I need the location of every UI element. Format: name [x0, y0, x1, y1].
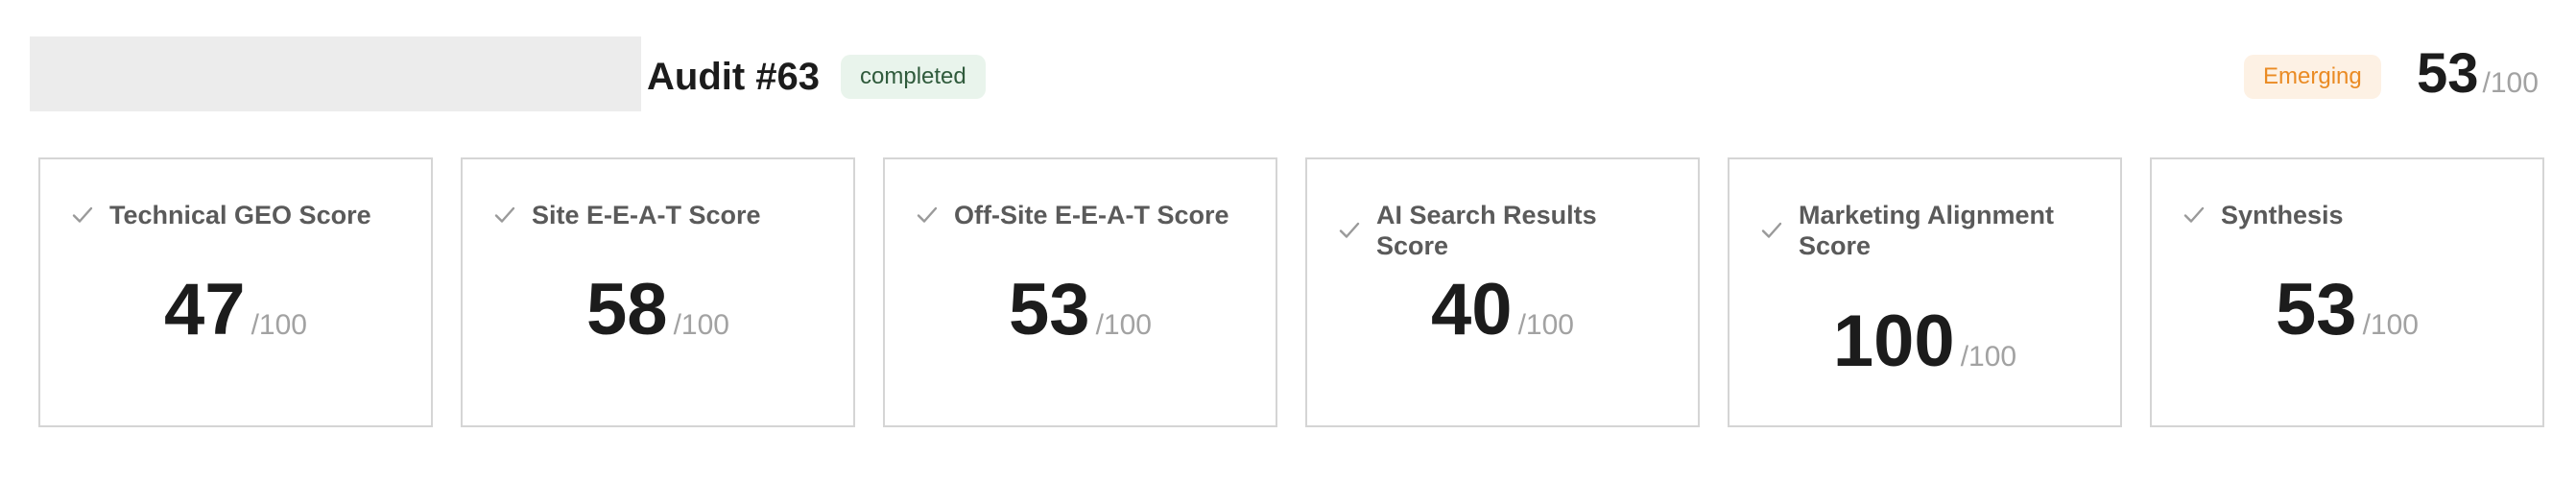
- card-score-value: 53: [1009, 269, 1090, 350]
- card-score-max: /100: [1960, 341, 2017, 373]
- card-title: Synthesis: [2221, 201, 2344, 229]
- card-score: 47/100: [40, 267, 431, 374]
- score-card-marketing-alignment[interactable]: Marketing Alignment Score 100/100: [1728, 157, 2122, 427]
- check-icon: [916, 204, 939, 227]
- status-badge: completed: [841, 55, 986, 99]
- audit-header: Audit #63 completed Emerging 53/100: [0, 0, 2576, 154]
- card-title: Site E-E-A-T Score: [532, 201, 761, 229]
- check-icon: [2182, 204, 2206, 227]
- check-icon: [71, 204, 94, 227]
- card-score-max: /100: [673, 309, 729, 341]
- card-title: AI Search Results Score: [1376, 201, 1597, 260]
- card-header: Marketing Alignment Score: [1760, 200, 2097, 261]
- score-card-ai-search[interactable]: AI Search Results Score 40/100: [1305, 157, 1700, 427]
- card-header: Site E-E-A-T Score: [493, 200, 830, 230]
- card-score-max: /100: [1095, 309, 1152, 341]
- card-score-value: 53: [2276, 269, 2357, 350]
- card-score: 53/100: [2152, 267, 2542, 374]
- card-score-max: /100: [1517, 309, 1574, 341]
- score-card-site-eeat[interactable]: Site E-E-A-T Score 58/100: [461, 157, 855, 427]
- logo-placeholder: [30, 36, 641, 111]
- check-icon: [1760, 219, 1783, 242]
- card-score-max: /100: [250, 309, 307, 341]
- check-icon: [1338, 219, 1361, 242]
- level-badge: Emerging: [2244, 55, 2381, 99]
- score-card-technical-geo[interactable]: Technical GEO Score 47/100: [38, 157, 433, 427]
- card-score: 53/100: [885, 267, 1276, 374]
- card-header: Off-Site E-E-A-T Score: [916, 200, 1252, 230]
- check-icon: [493, 204, 516, 227]
- card-header: Technical GEO Score: [71, 200, 408, 230]
- card-score: 40/100: [1307, 267, 1698, 374]
- overall-score-value: 53: [2417, 42, 2479, 105]
- card-header: AI Search Results Score: [1338, 200, 1675, 261]
- page-title: Audit #63: [647, 56, 821, 98]
- card-score-value: 47: [164, 269, 246, 350]
- score-card-offsite-eeat[interactable]: Off-Site E-E-A-T Score 53/100: [883, 157, 1277, 427]
- score-card-synthesis[interactable]: Synthesis 53/100: [2150, 157, 2544, 427]
- score-cards: Technical GEO Score 47/100 Site E-E-A-T …: [38, 157, 2544, 427]
- overall-score-max: /100: [2482, 67, 2539, 99]
- overall-score: 53/100: [2417, 40, 2539, 122]
- card-score: 100/100: [1729, 299, 2120, 405]
- card-score-value: 58: [586, 269, 668, 350]
- card-score-max: /100: [2362, 309, 2419, 341]
- card-title: Marketing Alignment Score: [1799, 201, 2055, 260]
- card-score-value: 40: [1431, 269, 1513, 350]
- card-title: Technical GEO Score: [109, 201, 371, 229]
- card-header: Synthesis: [2182, 200, 2519, 230]
- card-score-value: 100: [1832, 301, 1955, 382]
- card-title: Off-Site E-E-A-T Score: [954, 201, 1229, 229]
- card-score: 58/100: [463, 267, 853, 374]
